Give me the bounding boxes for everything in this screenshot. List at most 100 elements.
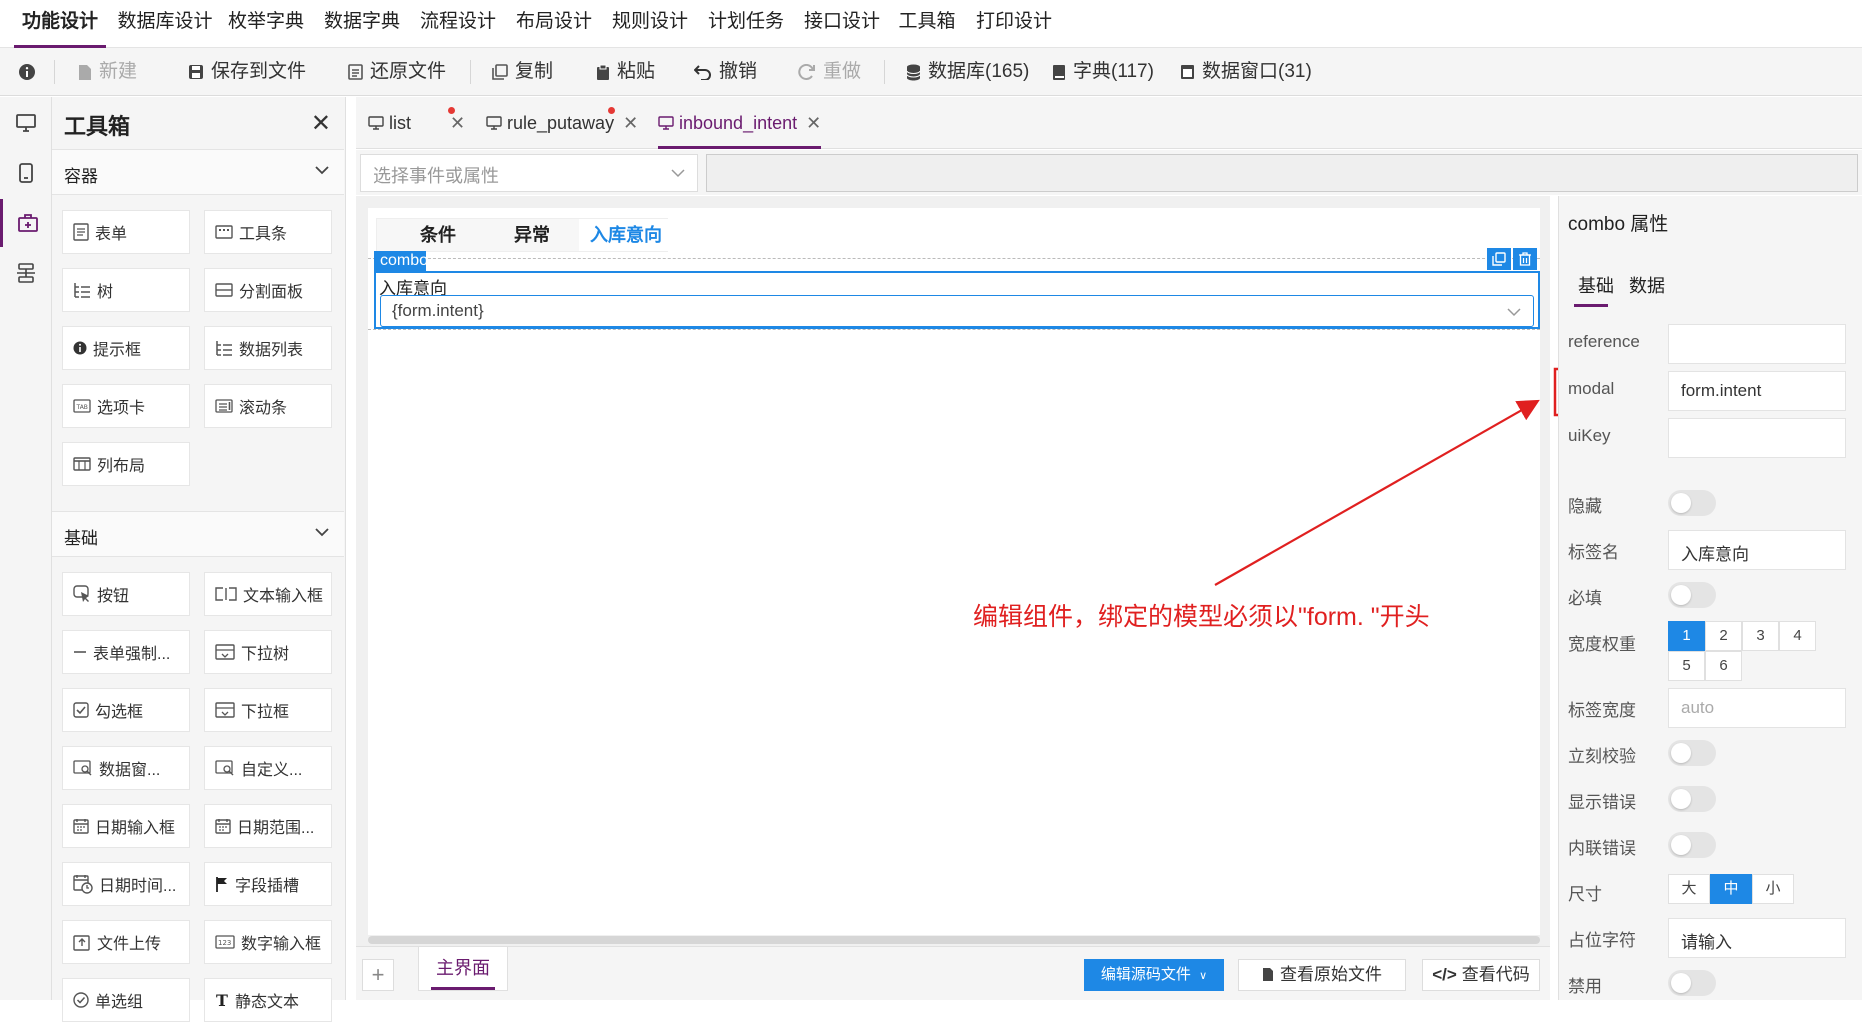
width-weight-option[interactable]: 5 — [1668, 651, 1705, 681]
tool-number-input[interactable]: 123 数字输入框 — [204, 920, 332, 964]
paste-button[interactable]: 粘贴 — [596, 48, 655, 96]
tool-button[interactable]: 按钮 — [62, 572, 190, 616]
add-page-button[interactable]: + — [362, 959, 394, 991]
tool-checkbox[interactable]: 勾选框 — [62, 688, 190, 732]
prop-toggle-hidden[interactable] — [1668, 490, 1716, 516]
event-property-select[interactable]: 选择事件或属性 — [360, 154, 698, 192]
file-tab-rule-putaway[interactable]: rule_putaway ✕ — [486, 97, 638, 149]
tool-static-text[interactable]: T 静态文本 — [204, 978, 332, 1022]
file-tab-list[interactable]: list ✕ — [368, 97, 465, 149]
rail-desktop-button[interactable] — [0, 99, 52, 147]
form-tab-inbound-intent[interactable]: 入库意向 — [579, 219, 673, 251]
copy-component-button[interactable] — [1487, 248, 1511, 270]
tool-dropdown-tree[interactable]: 下拉树 — [204, 630, 332, 674]
menu-item-rule-design[interactable]: 规则设计 — [610, 0, 690, 46]
tool-text-input[interactable]: 文本输入框 — [204, 572, 332, 616]
close-tab-icon[interactable]: ✕ — [623, 113, 638, 134]
width-weight-option[interactable]: 1 — [1668, 621, 1705, 651]
rail-mobile-button[interactable] — [0, 149, 52, 197]
size-option-small[interactable]: 小 — [1752, 874, 1794, 904]
tool-date-input[interactable]: 日期输入框 — [62, 804, 190, 848]
new-button[interactable]: 新建 — [78, 48, 137, 96]
rail-component-tree-button[interactable] — [0, 249, 52, 297]
width-weight-option[interactable]: 4 — [1779, 621, 1816, 651]
file-tab-inbound-intent[interactable]: inbound_intent ✕ — [658, 97, 822, 149]
width-weight-option[interactable]: 2 — [1705, 621, 1742, 651]
prop-input-modal[interactable]: form.intent — [1668, 371, 1846, 411]
prop-input-uikey[interactable] — [1668, 418, 1846, 458]
tool-file-upload[interactable]: 文件上传 — [62, 920, 190, 964]
prop-input-reference[interactable] — [1668, 324, 1846, 364]
tool-field-slot[interactable]: 字段插槽 — [204, 862, 332, 906]
tool-data-window[interactable]: 数据窗... — [62, 746, 190, 790]
menu-item-flow-design[interactable]: 流程设计 — [418, 0, 498, 46]
basic-group-header[interactable]: 基础 — [52, 511, 344, 557]
view-original-file-button[interactable]: 查看原始文件 — [1238, 959, 1406, 991]
tool-custom[interactable]: 自定义... — [204, 746, 332, 790]
rail-toolbox-button[interactable] — [0, 199, 52, 247]
close-tab-icon[interactable]: ✕ — [450, 113, 465, 134]
prop-input-placeholder[interactable]: 请输入 — [1668, 918, 1846, 958]
tool-dropdown[interactable]: 下拉框 — [204, 688, 332, 732]
view-code-button[interactable]: </> 查看代码 — [1422, 959, 1540, 991]
delete-component-button[interactable] — [1513, 248, 1537, 270]
menu-item-enum-dictionary[interactable]: 枚举字典 — [226, 0, 306, 46]
tool-tooltip[interactable]: 提示框 — [62, 326, 190, 370]
prop-toggle-required[interactable] — [1668, 582, 1716, 608]
tool-tabs[interactable]: TAB 选项卡 — [62, 384, 190, 428]
menu-item-toolbox[interactable]: 工具箱 — [896, 0, 958, 46]
prop-toggle-instant-validate[interactable] — [1668, 740, 1716, 766]
menu-item-api-design[interactable]: 接口设计 — [802, 0, 882, 46]
menu-item-print-design[interactable]: 打印设计 — [974, 0, 1054, 46]
width-weight-option[interactable]: 6 — [1705, 651, 1742, 681]
menu-item-database-design[interactable]: 数据库设计 — [116, 0, 214, 46]
close-tab-icon[interactable]: ✕ — [806, 113, 821, 134]
tool-column-layout[interactable]: 列布局 — [62, 442, 190, 486]
design-canvas[interactable]: 条件 异常 入库意向 combo 入库意向 {form.intent} — [368, 208, 1540, 935]
tool-scrollbar[interactable]: 滚动条 — [204, 384, 332, 428]
width-weight-option[interactable]: 3 — [1742, 621, 1779, 651]
edit-source-dropdown-button[interactable]: 编辑源码文件 ∨ — [1084, 959, 1224, 991]
tool-tree[interactable]: 树 — [62, 268, 190, 312]
tool-radio-group[interactable]: 单选组 — [62, 978, 190, 1022]
toolbox-close-icon[interactable]: ✕ — [311, 109, 331, 138]
size-option-medium[interactable]: 中 — [1710, 874, 1752, 904]
prop-input-label-name[interactable]: 入库意向 — [1668, 530, 1846, 570]
size-option-large[interactable]: 大 — [1668, 874, 1710, 904]
data-window-button[interactable]: 数据窗口(31) — [1180, 48, 1312, 96]
tool-form-force[interactable]: 表单强制... — [62, 630, 190, 674]
dictionary-button[interactable]: 字典(117) — [1052, 48, 1154, 96]
prop-toggle-disabled[interactable] — [1668, 970, 1716, 996]
prop-input-label-width[interactable]: auto — [1668, 688, 1846, 728]
tool-label: 静态文本 — [235, 994, 300, 1011]
tool-date-range[interactable]: 日期范围... — [204, 804, 332, 848]
form-tab-condition[interactable]: 条件 — [391, 219, 485, 251]
main-page-tab[interactable]: 主界面 — [418, 947, 508, 991]
tool-form[interactable]: 表单 — [62, 210, 190, 254]
props-tab-data[interactable]: 数据 — [1629, 272, 1665, 298]
event-expression-input[interactable] — [706, 154, 1858, 192]
tool-data-list[interactable]: 数据列表 — [204, 326, 332, 370]
copy-button[interactable]: 复制 — [492, 48, 553, 96]
prop-toggle-show-error[interactable] — [1668, 786, 1716, 812]
tool-toolbar[interactable]: 工具条 — [204, 210, 332, 254]
props-tab-basic[interactable]: 基础 — [1578, 272, 1614, 298]
database-button[interactable]: 数据库(165) — [906, 48, 1029, 96]
combo-select[interactable]: {form.intent} — [380, 295, 1534, 327]
combo-component[interactable]: 入库意向 {form.intent} — [374, 271, 1540, 329]
restore-file-button[interactable]: 还原文件 — [348, 48, 446, 96]
prop-toggle-inline-error[interactable] — [1668, 832, 1716, 858]
redo-button[interactable]: 重做 — [798, 48, 861, 96]
menu-item-data-dictionary[interactable]: 数据字典 — [322, 0, 402, 46]
form-tab-exception[interactable]: 异常 — [485, 219, 579, 251]
save-to-file-button[interactable]: 保存到文件 — [188, 48, 306, 96]
undo-button[interactable]: 撤销 — [694, 48, 757, 96]
container-group-header[interactable]: 容器 — [52, 149, 344, 195]
menu-item-scheduled-task[interactable]: 计划任务 — [706, 0, 786, 46]
menu-item-layout-design[interactable]: 布局设计 — [514, 0, 594, 46]
menu-item-function-design[interactable]: 功能设计 — [14, 0, 106, 48]
tool-split-panel[interactable]: 分割面板 — [204, 268, 332, 312]
tool-datetime[interactable]: 日期时间... — [62, 862, 190, 906]
horizontal-scrollbar[interactable] — [368, 936, 1540, 944]
info-button[interactable] — [18, 48, 36, 96]
